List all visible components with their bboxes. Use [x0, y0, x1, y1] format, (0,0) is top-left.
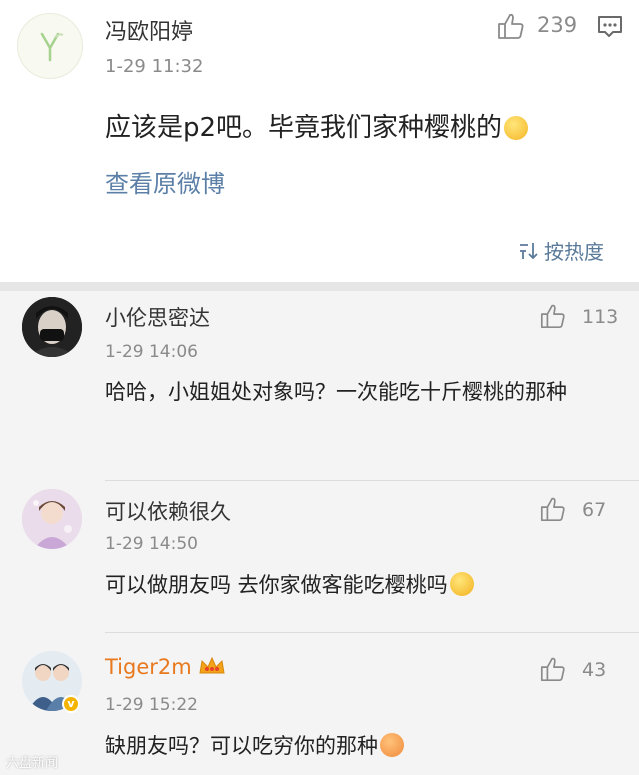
comment-item: 小伦思密达 1-29 14:06 113 哈哈，小姐姐处对象吗？一次能吃十斤樱桃…: [0, 291, 639, 481]
commenter-avatar[interactable]: [22, 489, 82, 549]
post-like-count: 239: [537, 13, 578, 37]
thumbs-up-icon: [540, 497, 565, 522]
comment-icon: [598, 16, 622, 37]
commenter-name[interactable]: 小伦思密达: [105, 302, 210, 332]
comment-like-button[interactable]: [539, 495, 567, 527]
post-author-avatar[interactable]: [17, 13, 83, 79]
comment-time: 1-29 14:06: [105, 342, 198, 362]
comment-text-content: 可以做朋友吗 去你家做客能吃樱桃吗: [105, 573, 448, 597]
post-text-content: 应该是p2吧。毕竟我们家种樱桃的: [105, 113, 503, 143]
sort-by-hot-button[interactable]: 按热度: [518, 236, 604, 265]
comment-like-count: 113: [582, 306, 619, 328]
original-post: 冯欧阳婷 1-29 11:32 239 应该是p2吧。毕竟我们家种樱桃的 查看原…: [0, 0, 639, 282]
thumbs-up-icon: [498, 13, 524, 39]
thumbs-up-icon: [540, 304, 565, 329]
post-reply-button[interactable]: [596, 13, 624, 45]
comment-text-content: 缺朋友吗？可以吃穷你的那种: [105, 734, 378, 758]
comment-item: v Tiger2m 1-29 15:22 43 缺朋友吗？可以吃穷你的那种: [0, 633, 639, 775]
comment-text: 可以做朋友吗 去你家做客能吃樱桃吗: [105, 568, 625, 602]
comment-item: 可以依赖很久 1-29 14:50 67 可以做朋友吗 去你家做客能吃樱桃吗: [0, 481, 639, 633]
verified-badge-icon: v: [62, 695, 80, 713]
commenter-avatar[interactable]: [22, 297, 82, 357]
comment-time: 1-29 14:50: [105, 534, 198, 554]
sort-icon: [520, 242, 538, 259]
comment-like-button[interactable]: [539, 655, 567, 687]
commenter-name[interactable]: Tiger2m: [105, 655, 226, 679]
avatar-y-logo-icon: [40, 32, 64, 62]
blushing-love-emoji-icon: [504, 116, 529, 140]
laughing-tears-emoji-icon: [449, 572, 474, 596]
heart-eyes-emoji-icon: [380, 733, 404, 757]
crown-icon: [199, 656, 225, 674]
avatar-masked-person-icon: [22, 297, 82, 357]
post-author-name[interactable]: 冯欧阳婷: [105, 14, 193, 46]
comment-like-count: 67: [582, 499, 607, 521]
section-divider: [0, 282, 639, 291]
thumbs-up-icon: [540, 657, 565, 682]
commenter-name-text: Tiger2m: [105, 655, 192, 679]
commenter-name[interactable]: 可以依赖很久: [105, 496, 231, 526]
comment-text: 哈哈，小姐姐处对象吗？一次能吃十斤樱桃的那种: [105, 380, 567, 404]
post-like-button[interactable]: [496, 11, 526, 45]
watermark: 六盘新闻: [6, 756, 59, 771]
sort-label: 按热度: [544, 240, 604, 264]
view-original-link[interactable]: 查看原微博: [105, 164, 225, 199]
comment-time: 1-29 15:22: [105, 695, 198, 715]
post-text: 应该是p2吧。毕竟我们家种樱桃的: [105, 107, 529, 144]
comment-text: 缺朋友吗？可以吃穷你的那种: [105, 729, 625, 763]
post-time: 1-29 11:32: [105, 56, 204, 77]
comment-like-button[interactable]: [539, 302, 567, 334]
comment-like-count: 43: [582, 659, 607, 681]
avatar-girl-photo-icon: [22, 489, 82, 549]
